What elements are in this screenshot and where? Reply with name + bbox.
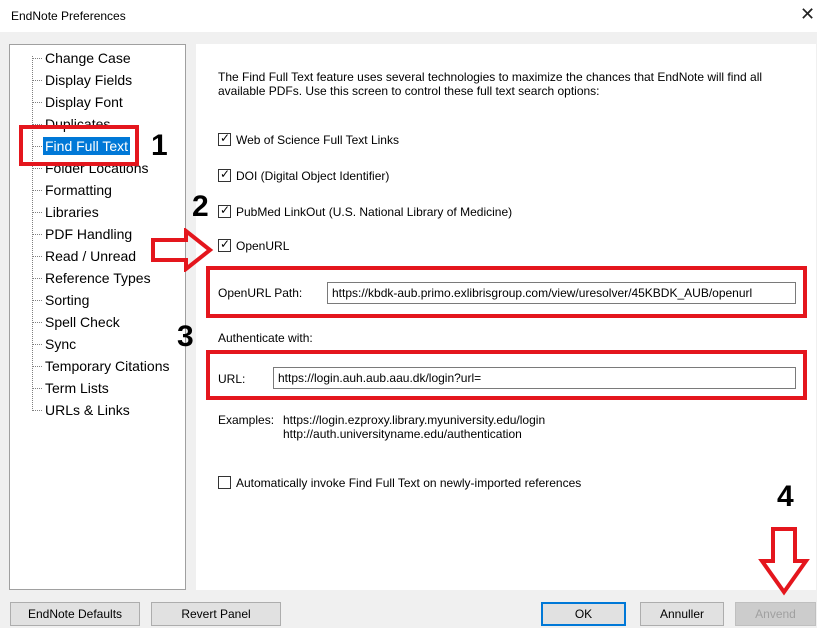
cancel-button[interactable]: Annuller — [640, 602, 724, 626]
highlight-box-url — [206, 350, 807, 400]
example-line: http://auth.universityname.edu/authentic… — [283, 427, 522, 441]
tree-item-label: Sorting — [45, 292, 90, 308]
close-icon[interactable]: ✕ — [800, 4, 815, 24]
tree-item-label: Reference Types — [45, 270, 151, 286]
checkbox[interactable] — [218, 476, 231, 489]
tree-item-label: Spell Check — [45, 314, 120, 330]
step-number-4: 4 — [777, 480, 794, 513]
checkmark-icon: ✓ — [220, 131, 231, 145]
checkbox[interactable]: ✓ — [218, 131, 231, 146]
example-line: https://login.ezproxy.library.myuniversi… — [283, 413, 546, 427]
option-label: Automatically invoke Find Full Text on n… — [236, 476, 582, 490]
step-number-2: 2 — [192, 190, 209, 223]
tree-item-label: Change Case — [45, 50, 131, 66]
right-arrow-icon — [151, 228, 214, 272]
tree-item-label: PDF Handling — [45, 226, 133, 242]
revert-panel-button[interactable]: Revert Panel — [151, 602, 281, 626]
authenticate-with-label: Authenticate with: — [218, 331, 313, 345]
tree-item-label: Display Font — [45, 94, 123, 110]
examples-label: Examples: — [218, 413, 275, 427]
endnote-defaults-button[interactable]: EndNote Defaults — [10, 602, 140, 626]
option-label: Web of Science Full Text Links — [236, 133, 399, 147]
checkmark-icon: ✓ — [220, 203, 231, 217]
checkbox[interactable]: ✓ — [218, 237, 231, 252]
checkmark-icon: ✓ — [220, 237, 231, 251]
intro-text: The Find Full Text feature uses several … — [218, 70, 763, 98]
title-bar: EndNote Preferences ✕ — [0, 0, 817, 32]
checkbox[interactable]: ✓ — [218, 203, 231, 218]
down-arrow-icon — [758, 527, 810, 596]
checkmark-icon: ✓ — [220, 167, 231, 181]
tree-item-label: URLs & Links — [45, 402, 130, 418]
option-label: OpenURL — [236, 239, 290, 253]
apply-button[interactable]: Anvend — [735, 602, 816, 626]
step-number-3: 3 — [177, 320, 194, 353]
checkbox[interactable]: ✓ — [218, 167, 231, 182]
option-label: DOI (Digital Object Identifier) — [236, 169, 390, 183]
highlight-box-openurl-path — [206, 266, 807, 318]
tree-item-label: Temporary Citations — [45, 358, 170, 374]
option-label: PubMed LinkOut (U.S. National Library of… — [236, 205, 513, 219]
tree-item-label: Term Lists — [45, 380, 109, 396]
tree-item-label: Sync — [45, 336, 77, 352]
highlight-box-find-full-text — [19, 125, 139, 166]
tree-item-label: Formatting — [45, 182, 112, 198]
tree-item-label: Libraries — [45, 204, 99, 220]
window-title: EndNote Preferences — [11, 9, 126, 23]
step-number-1: 1 — [151, 129, 168, 162]
ok-button[interactable]: OK — [541, 602, 626, 626]
tree-item-label: Read / Unread — [45, 248, 137, 264]
tree-item-label: Display Fields — [45, 72, 133, 88]
